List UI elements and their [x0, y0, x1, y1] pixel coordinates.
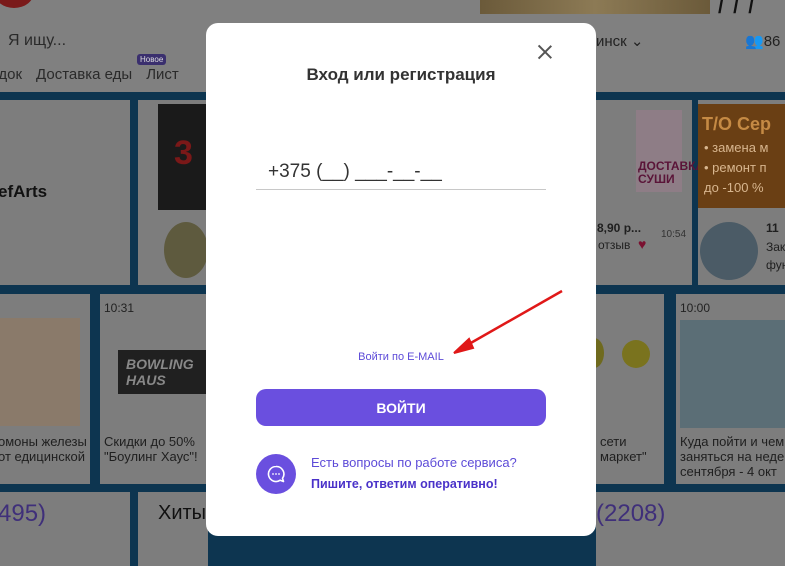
kid-image [680, 320, 785, 428]
new-badge: Новое [137, 54, 167, 65]
user-count-value: 86 [763, 33, 781, 50]
sushi-label: ДОСТАВКА СУШИ [638, 159, 705, 186]
bowling-logo: BOWLING HAUS [118, 350, 206, 394]
heart-icon: ♥ [638, 236, 647, 252]
card-text[interactable]: сети маркет" [600, 434, 664, 464]
count-left: 495) [0, 500, 47, 527]
card-text[interactable]: омоны железы от едицинской [0, 434, 90, 464]
nav-item-list[interactable]: Лист [146, 66, 179, 83]
service-item: до -100 % [704, 180, 764, 195]
service-list: • замена м • ремонт п до -100 % [704, 138, 768, 198]
close-icon[interactable] [534, 41, 556, 63]
promo-label: 11 [766, 221, 779, 235]
count-right: (2208) [596, 500, 666, 527]
price-label: 8,90 р... [597, 221, 642, 235]
hits-heading: Хиты [158, 502, 207, 524]
modal-title: Вход или регистрация [306, 65, 496, 84]
post-time: 10:54 [661, 229, 687, 240]
bowling-logo-text: BOWLING HAUS [126, 356, 194, 388]
service-item: • замена м [704, 140, 769, 155]
decor-circle [622, 340, 650, 368]
service-title: Т/О Сер [702, 114, 772, 134]
person-avatar [700, 222, 758, 280]
support-link[interactable]: Пишите, ответим оперативно! [311, 477, 498, 491]
login-button[interactable]: ВОЙТИ [256, 389, 546, 426]
card-text[interactable]: Куда пойти и чем заняться на неде сентяб… [680, 434, 785, 479]
support-question: Есть вопросы по работе сервиса? [311, 455, 517, 470]
search-input[interactable]: Я ищу... [8, 32, 66, 50]
chat-bubble-svg [267, 465, 285, 483]
nav-item-discounts[interactable]: идок [0, 66, 22, 83]
lemur-avatar [164, 222, 208, 278]
chat-bubble-icon[interactable] [256, 454, 296, 494]
chef-name: efArts [0, 182, 48, 201]
nav-item-food-delivery[interactable]: Доставка еды [36, 66, 132, 83]
reviews-label: отзыв [598, 238, 631, 252]
users-icon: 👥 [745, 33, 764, 50]
main-nav: идок Доставка еды Лист [0, 66, 179, 83]
promo-text: Зак фун [766, 240, 785, 272]
post-time: 10:00 [680, 301, 711, 315]
login-modal: Вход или регистрация Войти по E-MAIL ВОЙ… [206, 23, 596, 536]
hero-banner [480, 0, 710, 14]
post-time: 10:31 [104, 301, 135, 315]
promo-image: 3 [158, 104, 206, 210]
city-selector[interactable]: инск ⌄ [596, 32, 643, 50]
butterfly-image [0, 318, 80, 426]
card-text[interactable]: Скидки до 50% "Боулинг Хаус"! [104, 434, 204, 464]
hero-decoration: / / / [718, 0, 756, 18]
promo-number: 3 [174, 134, 193, 172]
phone-input[interactable] [256, 155, 546, 190]
email-login-link[interactable]: Войти по E-MAIL [206, 351, 596, 363]
user-count: 👥86 [745, 32, 780, 50]
service-item: • ремонт п [704, 160, 767, 175]
